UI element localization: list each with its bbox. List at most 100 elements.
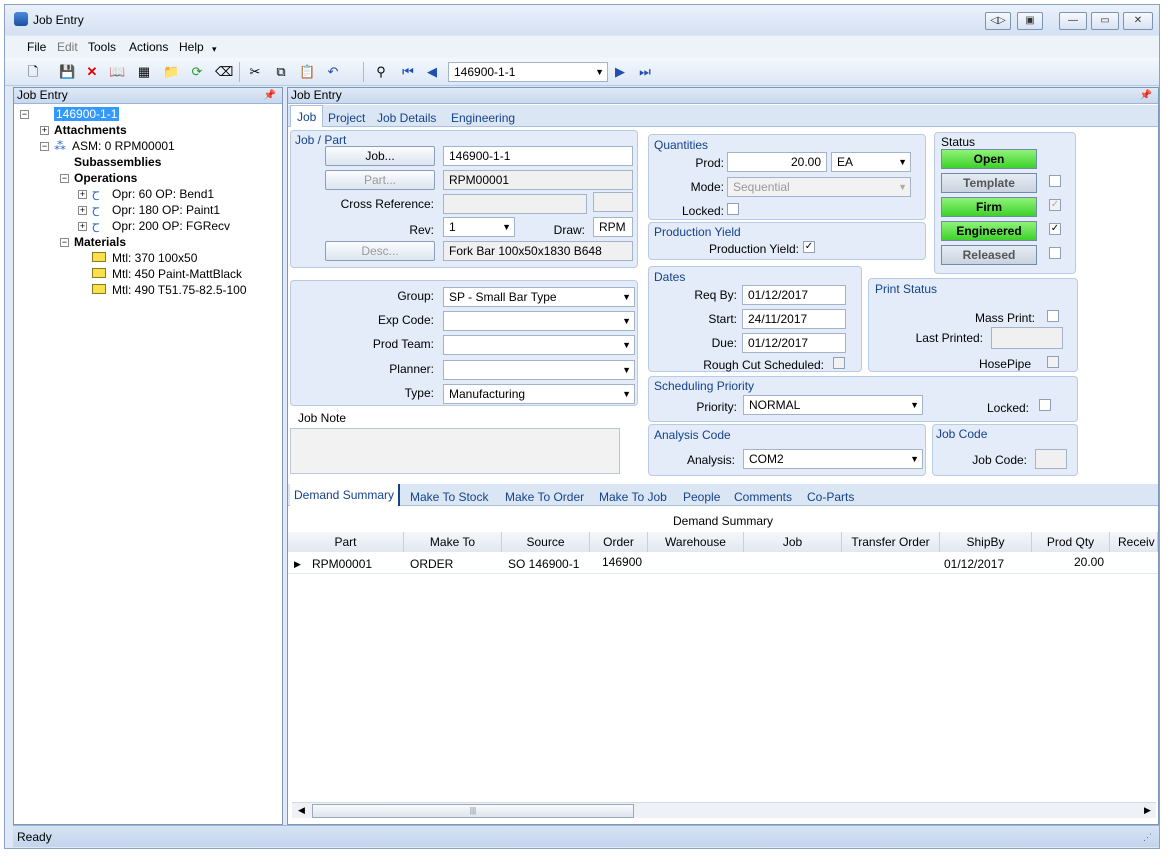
paste-icon[interactable]: 📋 bbox=[299, 64, 315, 80]
tree-node-operations[interactable]: Operations bbox=[74, 171, 137, 185]
eraser-icon[interactable]: ⌫ bbox=[215, 64, 233, 80]
tab-engineering[interactable]: Engineering bbox=[451, 111, 515, 125]
undo-icon[interactable]: ↶ bbox=[325, 64, 341, 80]
mass-print-checkbox[interactable] bbox=[1047, 310, 1059, 322]
col-header-shipby[interactable]: ShipBy bbox=[940, 532, 1032, 552]
part-button[interactable]: Part... bbox=[325, 170, 435, 190]
tree-node-mtl-370[interactable]: Mtl: 370 100x50 bbox=[112, 251, 197, 265]
req-by-field[interactable]: 01/12/2017 bbox=[742, 285, 846, 305]
tab-co-parts[interactable]: Co-Parts bbox=[807, 490, 854, 504]
pin-icon[interactable]: 📌 bbox=[264, 88, 276, 103]
first-record-icon[interactable]: ⏮ bbox=[400, 64, 416, 80]
col-header-transfer-order[interactable]: Transfer Order bbox=[842, 532, 940, 552]
col-header-make-to[interactable]: Make To bbox=[404, 532, 502, 552]
cross-reference-extra-field[interactable] bbox=[593, 192, 633, 212]
template-status-button[interactable]: Template bbox=[941, 173, 1037, 193]
restore-layout-icon[interactable]: ◁▷ bbox=[985, 12, 1011, 30]
qty-locked-checkbox[interactable] bbox=[727, 203, 739, 215]
save-icon[interactable]: 💾 bbox=[59, 64, 75, 80]
type-combo[interactable]: Manufacturing ▼ bbox=[443, 384, 635, 404]
job-field[interactable]: 146900-1-1 bbox=[443, 146, 633, 166]
exp-code-combo[interactable]: ▼ bbox=[443, 311, 635, 331]
due-field[interactable]: 01/12/2017 bbox=[742, 333, 846, 353]
scroll-right-icon[interactable]: ▶ bbox=[1144, 805, 1151, 816]
group-combo[interactable]: SP - Small Bar Type ▼ bbox=[443, 287, 635, 307]
layout-icon[interactable]: ▣ bbox=[1017, 12, 1043, 30]
sched-locked-checkbox[interactable] bbox=[1039, 399, 1051, 411]
table-row[interactable]: ▶ RPM00001 ORDER SO 146900-1 146900 01/1… bbox=[288, 554, 1158, 574]
collapse-icon[interactable]: − bbox=[20, 110, 29, 119]
cross-reference-field[interactable] bbox=[443, 194, 587, 214]
firm-checkbox[interactable]: ✓ bbox=[1049, 199, 1061, 211]
tree-node-mtl-450[interactable]: Mtl: 450 Paint-MattBlack bbox=[112, 267, 242, 281]
prod-qty-field[interactable]: 20.00 bbox=[727, 152, 827, 172]
analysis-combo[interactable]: COM2 ▼ bbox=[743, 449, 923, 469]
open-status-button[interactable]: Open bbox=[941, 149, 1037, 169]
col-header-prod-qty[interactable]: Prod Qty bbox=[1032, 532, 1110, 552]
engineered-status-button[interactable]: Engineered bbox=[941, 221, 1037, 241]
close-button[interactable]: ✕ bbox=[1123, 12, 1153, 30]
tree-node-job[interactable]: 146900-1-1 bbox=[54, 107, 120, 121]
menu-edit[interactable]: Edit bbox=[57, 40, 78, 54]
tab-job-details[interactable]: Job Details bbox=[377, 111, 436, 125]
col-header-job[interactable]: Job bbox=[744, 532, 842, 552]
job-button[interactable]: Job... bbox=[325, 146, 435, 166]
rough-cut-checkbox[interactable] bbox=[833, 357, 845, 369]
scroll-thumb[interactable]: ||| bbox=[312, 804, 634, 818]
released-status-button[interactable]: Released bbox=[941, 245, 1037, 265]
collapse-icon[interactable]: − bbox=[40, 142, 49, 151]
engineered-checkbox[interactable]: ✓ bbox=[1049, 223, 1061, 235]
prev-record-icon[interactable]: ◀ bbox=[424, 64, 440, 80]
menu-overflow-icon[interactable]: ▾ bbox=[212, 44, 217, 55]
hosepipe-checkbox[interactable] bbox=[1047, 356, 1059, 368]
last-record-icon[interactable]: ⏭ bbox=[637, 64, 653, 80]
tree-node-mtl-490[interactable]: Mtl: 490 T51.75-82.5-100 bbox=[112, 283, 247, 297]
col-header-order[interactable]: Order bbox=[590, 532, 648, 552]
book-icon[interactable]: 📖 bbox=[109, 64, 125, 80]
menu-actions[interactable]: Actions bbox=[129, 40, 168, 54]
collapse-icon[interactable]: − bbox=[60, 174, 69, 183]
tree-node-opr-200[interactable]: Opr: 200 OP: FGRecv bbox=[112, 219, 230, 233]
tab-comments[interactable]: Comments bbox=[734, 490, 792, 504]
row-selector-icon[interactable]: ▶ bbox=[294, 554, 301, 574]
collapse-icon[interactable]: − bbox=[60, 238, 69, 247]
new-icon[interactable]: 🗋 bbox=[25, 64, 41, 80]
col-header-source[interactable]: Source bbox=[502, 532, 590, 552]
tree-node-opr-60[interactable]: Opr: 60 OP: Bend1 bbox=[112, 187, 214, 201]
col-header-warehouse[interactable]: Warehouse bbox=[648, 532, 744, 552]
tree-node-attachments[interactable]: Attachments bbox=[54, 123, 127, 137]
expand-icon[interactable]: + bbox=[78, 206, 87, 215]
menu-tools[interactable]: Tools bbox=[88, 40, 116, 54]
binoculars-icon[interactable]: ⚲ bbox=[373, 64, 389, 80]
tree-node-materials[interactable]: Materials bbox=[74, 235, 126, 249]
planner-combo[interactable]: ▼ bbox=[443, 360, 635, 380]
grid-icon[interactable]: ▦ bbox=[136, 64, 152, 80]
col-header-receive[interactable]: Receiv bbox=[1110, 532, 1158, 552]
next-record-icon[interactable]: ▶ bbox=[612, 64, 628, 80]
priority-combo[interactable]: NORMAL ▼ bbox=[743, 395, 923, 415]
col-header-part[interactable]: Part bbox=[288, 532, 404, 552]
expand-icon[interactable]: + bbox=[78, 190, 87, 199]
production-yield-checkbox[interactable]: ✓ bbox=[803, 241, 815, 253]
tab-project[interactable]: Project bbox=[328, 111, 365, 125]
tab-job[interactable]: Job bbox=[290, 105, 324, 127]
job-note-field[interactable] bbox=[290, 428, 620, 474]
rev-combo[interactable]: 1 ▼ bbox=[443, 217, 515, 237]
cut-icon[interactable]: ✂ bbox=[247, 64, 263, 80]
tree-node-asm[interactable]: ASM: 0 RPM00001 bbox=[72, 139, 175, 153]
firm-status-button[interactable]: Firm bbox=[941, 197, 1037, 217]
tree-node-subassemblies[interactable]: Subassemblies bbox=[74, 155, 161, 169]
released-checkbox[interactable] bbox=[1049, 247, 1061, 259]
tree-node-opr-180[interactable]: Opr: 180 OP: Paint1 bbox=[112, 203, 220, 217]
horizontal-scrollbar[interactable]: ◀ ||| ▶ bbox=[292, 802, 1156, 818]
tab-people[interactable]: People bbox=[683, 490, 720, 504]
menu-file[interactable]: File bbox=[27, 40, 46, 54]
copy-icon[interactable]: ⧉ bbox=[273, 64, 289, 80]
draw-field[interactable]: RPM bbox=[593, 217, 633, 237]
prod-team-combo[interactable]: ▼ bbox=[443, 335, 635, 355]
maximize-button[interactable]: ▭ bbox=[1091, 12, 1119, 30]
desc-button[interactable]: Desc... bbox=[325, 241, 435, 261]
uom-combo[interactable]: EA ▼ bbox=[831, 152, 911, 172]
template-checkbox[interactable] bbox=[1049, 175, 1061, 187]
resize-grip-icon[interactable]: ⋰ bbox=[1143, 832, 1152, 843]
